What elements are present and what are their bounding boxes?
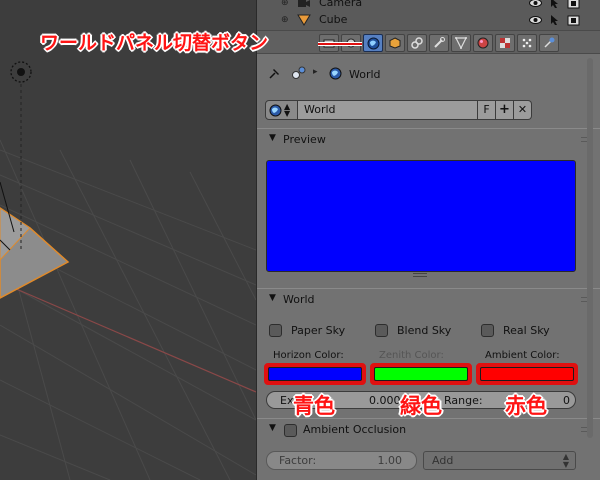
render-camera-icon[interactable]: [567, 0, 580, 9]
exposure-label-fragment: Ex: [280, 394, 294, 407]
zenith-color-fill: [374, 367, 468, 381]
tab-texture[interactable]: [495, 34, 515, 52]
scene-data-icon: [292, 66, 306, 79]
outliner-row-camera[interactable]: ⊕ Camera: [257, 0, 600, 11]
checkbox-label: Blend Sky: [397, 324, 452, 337]
outliner-row-cube[interactable]: ⊕ Cube: [257, 13, 600, 28]
zenith-color-label: Zenith Color:: [379, 350, 444, 361]
preview-panel-header[interactable]: ▼ Preview: [257, 128, 600, 150]
ambient-color-swatch[interactable]: [476, 363, 578, 385]
particles-icon: [522, 38, 532, 48]
texture-checker-icon: [500, 38, 510, 48]
checkbox-label: Paper Sky: [291, 324, 346, 337]
horizon-color-fill: [268, 367, 362, 381]
tab-physics[interactable]: [539, 34, 559, 52]
ao-factor-field[interactable]: Factor: 1.00: [266, 451, 417, 470]
material-sphere-icon: [477, 37, 489, 49]
ambient-color-label: Ambient Color:: [485, 350, 560, 361]
range-label-fragment: Range:: [444, 394, 483, 407]
chain-link-icon: [411, 37, 423, 49]
object-cube-icon: [389, 37, 401, 49]
camera-object-icon: [298, 0, 310, 7]
checkbox-label: Real Sky: [503, 324, 550, 337]
blend-mode-value: Add: [432, 454, 454, 467]
checkbox[interactable]: [375, 324, 388, 337]
ao-blend-mode-select[interactable]: Add ▲ ▼: [423, 451, 576, 470]
expand-icon[interactable]: ⊕: [281, 15, 291, 25]
world-globe-icon: [367, 37, 379, 49]
range-value-fragment: 0: [563, 394, 570, 407]
world-globe-icon: [269, 104, 282, 116]
outliner-label: Cube: [319, 13, 348, 26]
exposure-value-fragment: 0.000: [369, 394, 401, 407]
cursor-select-icon[interactable]: [548, 0, 561, 9]
annotation-world-button: ワールドパネル切替ボタン: [40, 32, 269, 54]
world-datablock-selector: ▲ ▼ World F + ✕: [265, 100, 532, 120]
panel-title: Preview: [283, 133, 326, 146]
viewport-grid: [0, 61, 256, 480]
panel-title: Ambient Occlusion: [303, 423, 407, 436]
3d-viewport[interactable]: [0, 0, 256, 480]
annotation-green: 緑色: [400, 394, 442, 418]
annotation-red: 赤色: [505, 394, 547, 418]
wrench-icon: [434, 37, 445, 48]
preview-resize-handle[interactable]: [413, 273, 427, 277]
add-world-button[interactable]: +: [496, 100, 514, 120]
world-panel-header[interactable]: ▼ World: [257, 288, 600, 310]
world-preview: [266, 160, 576, 272]
physics-icon: [544, 37, 555, 48]
scrollbar-thumb[interactable]: [587, 58, 593, 438]
annotation-blue: 青色: [293, 394, 335, 418]
render-camera-icon[interactable]: [567, 14, 580, 26]
tab-modifiers[interactable]: [429, 34, 449, 52]
breadcrumb: ▸ World: [257, 58, 600, 90]
properties-context-bar: [257, 30, 600, 54]
eye-icon[interactable]: [529, 0, 542, 9]
horizon-color-label: Horizon Color:: [273, 350, 344, 361]
factor-value: 1.00: [377, 454, 403, 467]
tab-constraints[interactable]: [407, 34, 427, 52]
collapse-triangle-icon: ▼: [269, 133, 276, 143]
panel-title: World: [283, 293, 315, 306]
outliner: ⊕ Camera ⊕ Cube: [257, 0, 600, 30]
collapse-triangle-icon: ▼: [269, 423, 276, 433]
eye-icon[interactable]: [529, 14, 542, 26]
cursor-select-icon[interactable]: [548, 14, 561, 26]
checkbox[interactable]: [269, 324, 282, 337]
up-down-arrows-icon: ▲ ▼: [562, 452, 569, 469]
mesh-object-icon: [297, 14, 311, 26]
ambient-color-fill: [480, 367, 574, 381]
outliner-label: Camera: [319, 0, 363, 9]
pin-icon[interactable]: [267, 67, 281, 81]
horizon-color-swatch[interactable]: [264, 363, 366, 385]
world-globe-icon: [329, 67, 342, 80]
tab-particles[interactable]: [517, 34, 537, 52]
fake-user-button[interactable]: F: [478, 100, 496, 120]
breadcrumb-world-label: World: [349, 68, 381, 81]
annotation-pointer-line: [318, 42, 362, 46]
breadcrumb-chevron-icon: ▸: [313, 67, 318, 77]
factor-label: Factor:: [279, 454, 317, 467]
tab-object[interactable]: [385, 34, 405, 52]
properties-scrollbar[interactable]: [587, 58, 593, 480]
remove-world-button[interactable]: ✕: [514, 100, 532, 120]
ambient-occlusion-checkbox[interactable]: [284, 424, 297, 437]
ambient-occlusion-panel-header[interactable]: ▼ Ambient Occlusion: [257, 418, 600, 440]
tab-data[interactable]: [451, 34, 471, 52]
world-name-field[interactable]: World: [298, 100, 478, 120]
up-down-arrows-icon: ▲ ▼: [284, 102, 291, 118]
collapse-triangle-icon: ▼: [269, 293, 276, 303]
expand-icon[interactable]: ⊕: [281, 0, 291, 8]
zenith-color-swatch[interactable]: [370, 363, 472, 385]
world-browse-button[interactable]: ▲ ▼: [265, 100, 298, 120]
tab-world[interactable]: [363, 34, 383, 52]
tab-material[interactable]: [473, 34, 493, 52]
checkbox[interactable]: [481, 324, 494, 337]
mesh-data-icon: [455, 37, 467, 49]
